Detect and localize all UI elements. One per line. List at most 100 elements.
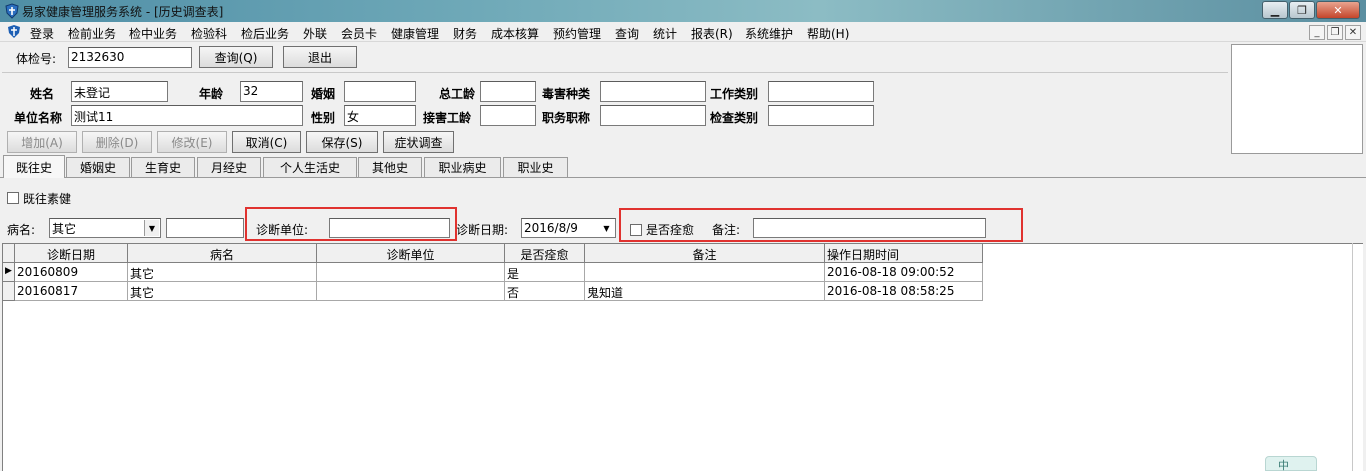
table-cell[interactable]: 20160809 [15, 263, 128, 282]
grid-scroll-edge [1352, 243, 1353, 471]
ime-indicator[interactable]: 中 [1265, 456, 1317, 471]
add-button[interactable]: 增加(A) [7, 131, 77, 153]
job-title-field[interactable] [600, 105, 706, 126]
menu-member-card[interactable]: 会员卡 [341, 25, 377, 42]
menu-cost[interactable]: 成本核算 [491, 25, 539, 42]
tab-occupation-history[interactable]: 职业史 [503, 157, 568, 177]
work-type-label: 工作类别 [710, 87, 759, 101]
child-restore-button[interactable]: ❐ [1327, 25, 1343, 40]
menu-pre-exam[interactable]: 检前业务 [68, 25, 116, 42]
exposure-years-field[interactable] [480, 105, 536, 126]
menu-post-exam[interactable]: 检后业务 [241, 25, 289, 42]
table-cell[interactable]: 其它 [128, 263, 317, 282]
disease-extra-input[interactable] [166, 218, 244, 238]
gender-field[interactable]: 女 [344, 105, 416, 126]
menu-sysadmin[interactable]: 系统维护 [745, 25, 793, 42]
diag-date-label: 诊断日期: [456, 223, 509, 237]
tab-occupational-disease[interactable]: 职业病史 [424, 157, 501, 177]
column-header[interactable]: 病名 [128, 244, 317, 263]
exam-no-label: 体检号: [16, 52, 57, 66]
highlight-box-cured-remark [619, 208, 1023, 242]
menu-outreach[interactable]: 外联 [303, 25, 327, 42]
dropdown-arrow-icon[interactable]: ▼ [144, 220, 159, 236]
column-header[interactable]: 诊断单位 [317, 244, 505, 263]
total-years-label: 总工龄 [439, 87, 476, 101]
disease-select-value: 其它 [52, 222, 77, 236]
delete-button[interactable]: 删除(D) [82, 131, 152, 153]
menu-appointment[interactable]: 预约管理 [553, 25, 601, 42]
cancel-button[interactable]: 取消(C) [232, 131, 301, 153]
table-cell[interactable]: 是 [505, 263, 585, 282]
menu-stats[interactable]: 统计 [653, 25, 677, 42]
menu-reports[interactable]: 报表(R) [691, 25, 733, 42]
menu-query[interactable]: 查询 [615, 25, 639, 42]
menu-finance[interactable]: 财务 [453, 25, 477, 42]
column-header[interactable]: 备注 [585, 244, 825, 263]
divider [2, 72, 1228, 73]
total-years-field[interactable] [480, 81, 536, 102]
menu-bar: 登录 检前业务 检中业务 检验科 检后业务 外联 会员卡 健康管理 财务 成本核… [0, 22, 1366, 42]
menu-in-exam[interactable]: 检中业务 [129, 25, 177, 42]
tab-marriage-history[interactable]: 婚姻史 [66, 157, 130, 177]
history-grid[interactable]: 诊断日期 病名 诊断单位 是否痊愈 备注 操作日期时间 ▶ 20160809 其… [2, 243, 1363, 471]
column-header[interactable]: 诊断日期 [15, 244, 128, 263]
maximize-icon: ❐ [1297, 3, 1307, 17]
job-title-label: 职务职称 [542, 111, 591, 125]
tab-lifestyle-history[interactable]: 个人生活史 [263, 157, 357, 177]
edit-button[interactable]: 修改(E) [157, 131, 227, 153]
child-minimize-button[interactable]: _ [1309, 25, 1325, 40]
tab-birth-history[interactable]: 生育史 [131, 157, 195, 177]
gender-label: 性别 [311, 111, 336, 125]
table-cell[interactable] [585, 263, 825, 282]
child-close-button[interactable]: ✕ [1345, 25, 1361, 40]
disease-select[interactable]: 其它 ▼ [49, 218, 161, 238]
hazard-type-field[interactable] [600, 81, 706, 102]
close-icon: ✕ [1333, 3, 1343, 17]
table-cell[interactable]: 2016-08-18 09:00:52 [825, 263, 983, 282]
age-label: 年龄 [199, 87, 224, 101]
hazard-type-label: 毒害种类 [542, 87, 591, 101]
highlight-box-diag-unit [245, 207, 457, 241]
minimize-button[interactable]: ▁ [1262, 1, 1288, 19]
table-cell[interactable]: 2016-08-18 08:58:25 [825, 282, 983, 301]
name-label: 姓名 [30, 87, 55, 101]
menu-health-mgmt[interactable]: 健康管理 [391, 25, 439, 42]
save-button[interactable]: 保存(S) [306, 131, 378, 153]
exit-button[interactable]: 退出 [283, 46, 357, 68]
exam-no-input[interactable]: 2132630 [68, 47, 192, 68]
company-label: 单位名称 [14, 111, 63, 125]
tab-past-history[interactable]: 既往史 [3, 155, 65, 178]
row-pointer-icon: ▶ [3, 263, 15, 282]
table-cell[interactable]: 20160817 [15, 282, 128, 301]
company-field[interactable]: 测试11 [71, 105, 303, 126]
grid-corner [3, 244, 15, 263]
work-type-field[interactable] [768, 81, 874, 102]
maximize-button[interactable]: ❐ [1289, 1, 1315, 19]
close-button[interactable]: ✕ [1316, 1, 1360, 19]
column-header[interactable]: 是否痊愈 [505, 244, 585, 263]
table-cell[interactable]: 鬼知道 [585, 282, 825, 301]
menu-login[interactable]: 登录 [30, 25, 54, 42]
healthy-checkbox[interactable] [7, 192, 19, 204]
table-cell[interactable] [317, 263, 505, 282]
marriage-label: 婚姻 [311, 87, 336, 101]
menu-lab[interactable]: 检验科 [191, 25, 227, 42]
table-cell[interactable]: 其它 [128, 282, 317, 301]
tab-other-history[interactable]: 其他史 [358, 157, 422, 177]
age-field[interactable]: 32 [240, 81, 303, 102]
dropdown-arrow-icon[interactable]: ▼ [599, 220, 614, 236]
app-shield-icon [5, 3, 19, 19]
exposure-years-label: 接害工龄 [423, 111, 472, 125]
name-field[interactable]: 未登记 [71, 81, 168, 102]
query-button[interactable]: 查询(Q) [199, 46, 273, 68]
column-header[interactable]: 操作日期时间 [825, 244, 983, 263]
tab-menstrual-history[interactable]: 月经史 [197, 157, 261, 177]
marriage-field[interactable] [344, 81, 416, 102]
menu-help[interactable]: 帮助(H) [807, 25, 849, 42]
check-type-field[interactable] [768, 105, 874, 126]
table-cell[interactable]: 否 [505, 282, 585, 301]
diag-date-picker[interactable]: 2016/8/9 ▼ [521, 218, 616, 238]
symptom-survey-button[interactable]: 症状调查 [383, 131, 454, 153]
row-selector[interactable] [3, 282, 15, 301]
table-cell[interactable] [317, 282, 505, 301]
